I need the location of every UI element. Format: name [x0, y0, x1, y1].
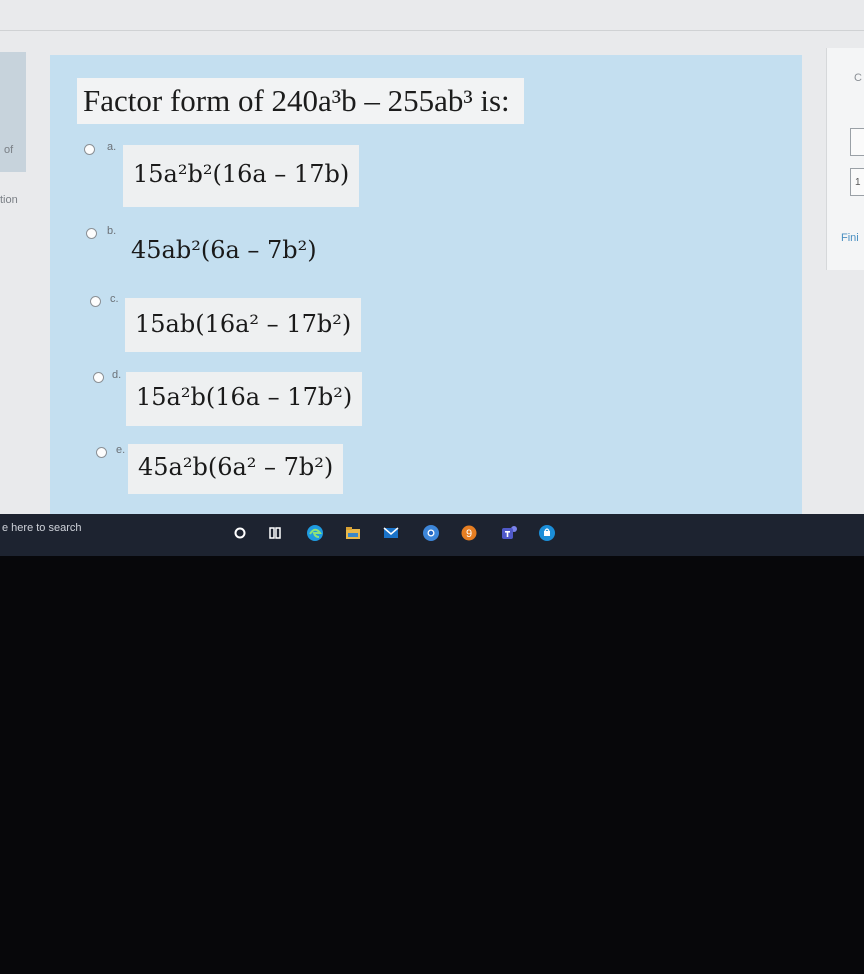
- option-letter: d.: [112, 369, 122, 381]
- taskbar-search-box[interactable]: e here to search: [2, 522, 82, 534]
- nav-question-box[interactable]: 1: [850, 168, 864, 196]
- option-answer[interactable]: 15a²b(16a – 17b²): [126, 372, 363, 426]
- edge-icon[interactable]: [306, 524, 324, 542]
- option-letter: b.: [107, 225, 117, 237]
- app-icon[interactable]: 9: [461, 525, 477, 541]
- option-answer[interactable]: 15a²b²(16a – 17b): [123, 145, 360, 207]
- option-answer[interactable]: 45a²b(6a² – 7b²): [128, 444, 344, 494]
- top-divider: [0, 30, 864, 31]
- question-text: Factor form of 240a³b – 255ab³ is:: [77, 78, 524, 124]
- chrome-icon[interactable]: [422, 524, 440, 542]
- left-panel-label: of: [4, 144, 14, 156]
- teams-icon[interactable]: [500, 524, 520, 542]
- finish-attempt-link[interactable]: Fini: [841, 232, 859, 244]
- option-letter: a.: [107, 141, 117, 153]
- monitor-bezel: [0, 556, 864, 974]
- mail-icon[interactable]: [383, 526, 399, 540]
- browser-screen: of tion C 1 Fini Factor form of 240a³b –…: [0, 0, 864, 556]
- left-panel-label[interactable]: tion: [0, 194, 18, 206]
- nav-question-box[interactable]: [850, 128, 864, 156]
- right-panel-letter: C: [854, 72, 862, 84]
- option-answer[interactable]: 15ab(16a² – 17b²): [125, 298, 362, 352]
- option-letter: c.: [110, 293, 119, 305]
- store-icon[interactable]: [538, 524, 556, 542]
- windows-taskbar: e here to search 9: [0, 514, 864, 556]
- cortana-icon[interactable]: [233, 526, 247, 540]
- file-explorer-icon[interactable]: [345, 526, 361, 540]
- radio-option-a[interactable]: [84, 144, 95, 155]
- radio-option-e[interactable]: [96, 447, 107, 458]
- option-answer[interactable]: 45ab²(6a – 7b²): [121, 224, 327, 278]
- radio-option-b[interactable]: [86, 228, 97, 239]
- task-view-icon[interactable]: [268, 526, 282, 540]
- svg-text:9: 9: [466, 528, 472, 540]
- radio-option-c[interactable]: [90, 296, 101, 307]
- option-letter: e.: [116, 444, 126, 456]
- radio-option-d[interactable]: [93, 372, 104, 383]
